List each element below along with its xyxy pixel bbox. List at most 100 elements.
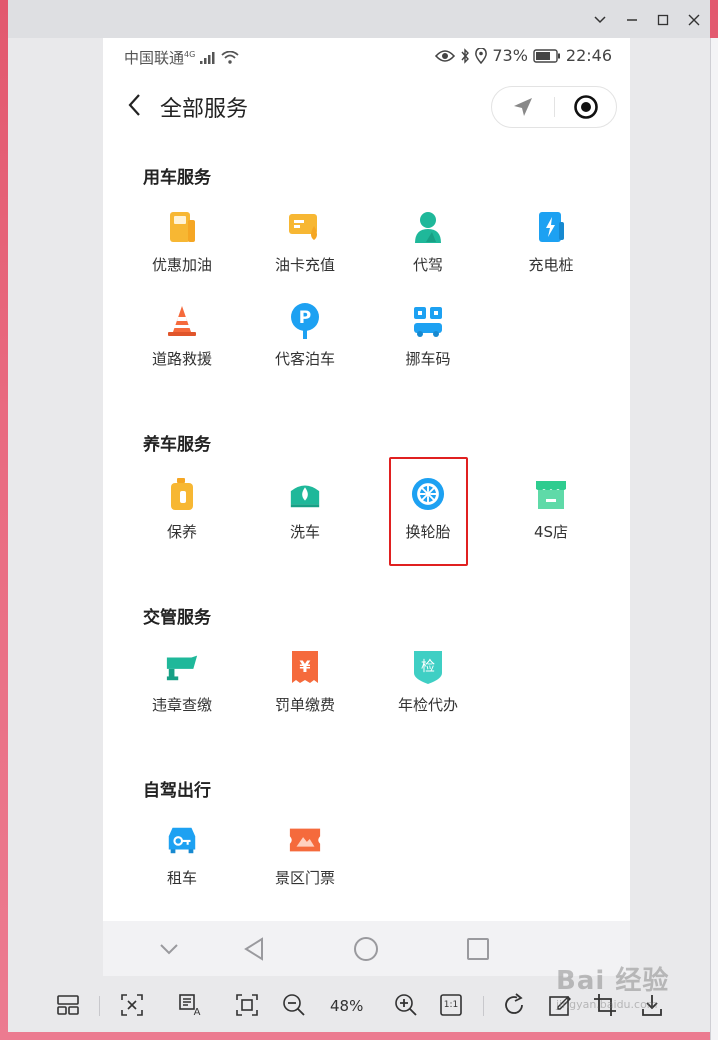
target-circle-icon xyxy=(574,95,598,119)
svg-text:¥: ¥ xyxy=(299,657,310,676)
back-button[interactable] xyxy=(121,90,147,120)
chevron-down-icon[interactable] xyxy=(590,10,610,30)
zoom-out-icon[interactable] xyxy=(280,992,308,1018)
zoom-level: 48% xyxy=(330,997,364,1015)
svg-text:A: A xyxy=(194,1007,201,1017)
status-icons: 73% 22:46 xyxy=(435,46,612,65)
service-charging-pile[interactable]: 充电桩 xyxy=(496,210,606,290)
zoom-in-icon[interactable] xyxy=(392,992,420,1018)
navigation-arrow-icon xyxy=(514,98,532,116)
toolbar-divider xyxy=(99,996,100,1016)
signal-icon xyxy=(200,52,215,64)
service-violation-query[interactable]: 违章查缴 xyxy=(127,650,237,730)
service-label: 代驾 xyxy=(412,256,443,274)
rent-car-icon xyxy=(165,823,199,857)
section-title-car-services: 用车服务 xyxy=(143,168,211,188)
nav-collapse-button[interactable] xyxy=(155,935,183,963)
fit-screen-icon[interactable] xyxy=(233,992,261,1018)
service-valet-parking[interactable]: P 代客泊车 xyxy=(250,303,360,384)
service-label: 挪车码 xyxy=(405,350,451,368)
navigation-arrow-button[interactable] xyxy=(492,87,554,127)
camera-icon xyxy=(165,650,199,684)
battery-percent: 73% xyxy=(492,46,528,65)
service-move-car-code[interactable]: 挪车码 xyxy=(373,304,483,384)
service-ticket-payment[interactable]: ¥ 罚单缴费 xyxy=(250,650,360,730)
close-frame-icon[interactable] xyxy=(118,992,146,1018)
service-label: 4S店 xyxy=(533,523,569,541)
actual-size-button[interactable]: 1:1 xyxy=(438,992,464,1018)
title-bar xyxy=(8,0,710,38)
battery-icon xyxy=(533,48,560,63)
status-bar: 中国联通4G 73% 22:46 xyxy=(103,38,630,74)
service-car-wash[interactable]: 洗车 xyxy=(250,477,360,557)
viewer-toolbar: A 48% 1:1 Bai 经验 jingyan.baidu.com xyxy=(8,966,710,1032)
circle-home-icon xyxy=(354,937,378,961)
service-label: 罚单缴费 xyxy=(274,696,335,714)
service-annual-inspection[interactable]: 检 年检代办 xyxy=(373,650,483,730)
service-maintenance[interactable]: 保养 xyxy=(127,477,237,557)
service-label: 洗车 xyxy=(289,523,320,541)
driver-icon xyxy=(411,210,445,244)
carrier-label: 中国联通4G xyxy=(124,47,239,68)
maximize-icon[interactable] xyxy=(653,10,673,30)
charging-pile-icon xyxy=(534,210,568,244)
section-title-maintenance: 养车服务 xyxy=(143,435,211,455)
service-label: 优惠加油 xyxy=(151,256,212,274)
inspection-badge-icon: 检 xyxy=(411,650,445,684)
service-designated-driver[interactable]: 代驾 xyxy=(373,210,483,290)
oil-can-icon xyxy=(165,477,199,511)
service-car-rental[interactable]: 租车 xyxy=(127,823,237,903)
car-wash-icon xyxy=(288,477,322,511)
phone-screenshot: 中国联通4G 73% 22:46 全部服务 用车服务 优惠加油 油卡充值 代驾 … xyxy=(103,38,630,976)
nav-home-button[interactable] xyxy=(352,935,380,963)
chevron-left-icon xyxy=(128,94,140,116)
close-icon[interactable] xyxy=(684,10,704,30)
triangle-back-icon xyxy=(244,937,263,961)
close-mini-program-button[interactable] xyxy=(555,87,617,127)
service-road-rescue[interactable]: 道路救援 xyxy=(127,304,237,384)
traffic-cone-icon xyxy=(165,304,199,338)
service-label: 违章查缴 xyxy=(151,696,212,714)
service-scenic-tickets[interactable]: 景区门票 xyxy=(250,823,360,903)
watermark-logo: Bai 经验 xyxy=(556,966,670,996)
bluetooth-icon xyxy=(461,47,470,64)
clock-time: 22:46 xyxy=(565,46,612,65)
carrier-name: 中国联通 xyxy=(124,49,185,67)
android-nav-bar xyxy=(103,921,630,976)
nav-recents-button[interactable] xyxy=(464,935,492,963)
service-label: 代客泊车 xyxy=(274,350,335,368)
section-title-self-drive: 自驾出行 xyxy=(143,781,211,801)
ticket-yen-icon: ¥ xyxy=(288,650,322,684)
fuel-pump-icon xyxy=(165,210,199,244)
wifi-icon xyxy=(221,50,239,64)
chevron-down-icon xyxy=(160,944,178,955)
shop-icon xyxy=(534,477,568,511)
service-fuel-discount[interactable]: 优惠加油 xyxy=(127,210,237,290)
rotate-icon[interactable] xyxy=(500,992,528,1018)
image-viewer-window: 中国联通4G 73% 22:46 全部服务 用车服务 优惠加油 油卡充值 代驾 … xyxy=(8,0,710,1032)
scenic-ticket-icon xyxy=(288,823,322,857)
minimize-icon[interactable] xyxy=(622,10,642,30)
service-label: 景区门票 xyxy=(274,869,335,887)
fuel-card-icon xyxy=(288,210,322,244)
service-label: 道路救援 xyxy=(151,350,212,368)
watermark-url: jingyan.baidu.com xyxy=(556,998,658,1011)
location-icon xyxy=(475,47,488,64)
service-4s-shop[interactable]: 4S店 xyxy=(496,477,606,557)
service-label: 充电桩 xyxy=(528,256,574,274)
toolbar-divider xyxy=(483,996,484,1016)
eye-icon xyxy=(435,49,456,62)
page-header: 全部服务 xyxy=(103,82,630,134)
mini-program-capsule xyxy=(491,86,617,128)
inspection-glyph: 检 xyxy=(421,659,435,675)
page-title: 全部服务 xyxy=(160,97,249,122)
ocr-text-icon[interactable]: A xyxy=(177,992,205,1018)
square-recents-icon xyxy=(467,938,489,960)
section-title-traffic: 交管服务 xyxy=(143,608,211,628)
nav-back-button[interactable] xyxy=(240,935,268,963)
parking-icon: P xyxy=(288,303,322,339)
actual-size-label: 1:1 xyxy=(443,1000,459,1010)
service-fuel-card-topup[interactable]: 油卡充值 xyxy=(250,210,360,290)
service-label: 油卡充值 xyxy=(274,256,335,274)
layout-icon[interactable] xyxy=(54,992,82,1018)
